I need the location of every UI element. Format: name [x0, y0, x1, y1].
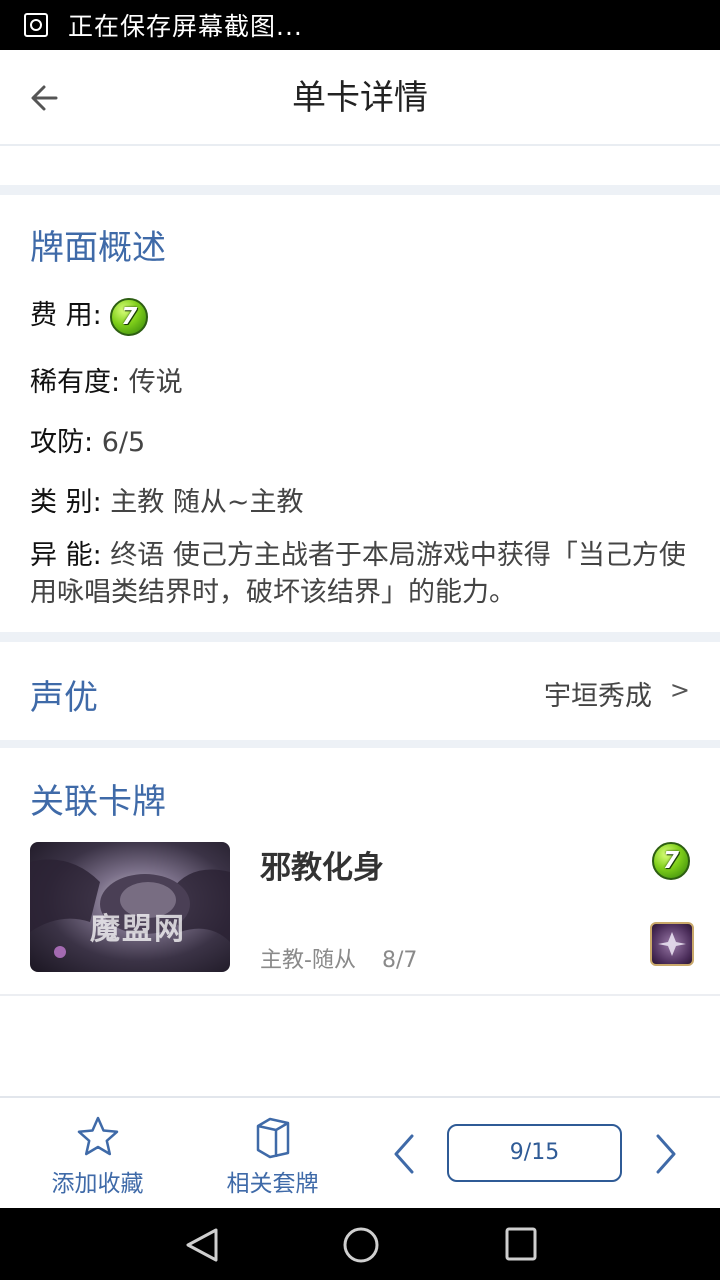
screenshot-icon [24, 13, 48, 37]
card-thumbnail[interactable]: 魔盟网 [30, 842, 230, 972]
arrow-left-icon[interactable] [26, 76, 70, 120]
box-icon [256, 1117, 289, 1159]
circle-home-icon[interactable] [342, 1226, 380, 1264]
bottom-bar: 添加收藏 相关套牌 9/15 [0, 1096, 720, 1208]
bishop-class-icon [650, 922, 694, 966]
related-decks-button[interactable]: 相关套牌 [215, 1098, 330, 1208]
favorite-button[interactable]: 添加收藏 [40, 1098, 155, 1208]
stats-row: 攻防: 6/5 [30, 420, 145, 459]
type-label: 类 别: [30, 487, 102, 518]
decks-label: 相关套牌 [226, 1171, 319, 1197]
ability-row: 异 能: 终语 使己方主战者于本局游戏中获得「当己方使用咏唱类结界时，破坏该结界… [30, 537, 695, 611]
rarity-label: 稀有度: [30, 367, 121, 398]
system-nav-bar [0, 1208, 720, 1280]
related-card-item[interactable]: 魔盟网 邪教化身 主教-随从 8/7 7 [0, 842, 720, 1002]
section-gap [0, 740, 720, 748]
related-section: 关联卡牌 魔盟网 邪教化身 主教-随从 8/7 7 [0, 748, 720, 1096]
chevron-left-icon[interactable] [390, 1132, 418, 1176]
related-title: 关联卡牌 [30, 782, 166, 822]
type-value: 主教 随从~主教 [110, 487, 304, 518]
section-gap [0, 185, 720, 195]
divider [0, 994, 720, 996]
cost-label: 费 用: [30, 300, 102, 331]
watermark-text: 魔盟网 [90, 912, 186, 947]
card-stats: 8/7 [381, 948, 418, 973]
star-icon [77, 1116, 118, 1156]
cost-gem-icon: 7 [110, 297, 149, 336]
cost-row: 费 用: 7 [30, 293, 149, 336]
overview-section: 牌面概述 费 用: 7 稀有度: 传说 攻防: 6/5 类 别: 主教 随从~主… [0, 195, 720, 632]
voice-actor-link[interactable]: 宇垣秀成 > [0, 642, 720, 742]
stats-value: 6/5 [101, 427, 146, 458]
ability-value: 终语 使己方主战者于本局游戏中获得「当己方使用咏唱类结界时，破坏该结界」的能力。 [30, 540, 686, 608]
ability-label: 异 能: [30, 540, 102, 571]
triangle-back-icon[interactable] [182, 1226, 222, 1264]
stats-label: 攻防: [30, 427, 94, 458]
app-bar: 单卡详情 [0, 50, 720, 146]
card-meta: 主教-随从 8/7 [260, 942, 417, 974]
voice-actor-name: 宇垣秀成 [544, 681, 652, 712]
chevron-right-icon[interactable] [652, 1132, 680, 1176]
page-title: 单卡详情 [292, 78, 428, 118]
card-cost: 7 [652, 842, 690, 880]
card-type: 主教-随从 [260, 948, 356, 973]
rarity-row: 稀有度: 传说 [30, 360, 183, 399]
type-row: 类 别: 主教 随从~主教 [30, 480, 304, 519]
cost-gem-icon: 7 [652, 842, 690, 880]
overview-title: 牌面概述 [30, 228, 166, 268]
section-gap [0, 632, 720, 642]
card-name: 邪教化身 [260, 850, 384, 886]
status-text: 正在保存屏幕截图... [68, 12, 303, 41]
rarity-value: 传说 [128, 367, 183, 398]
voice-actor-section[interactable]: 声优 宇垣秀成 > [0, 642, 720, 740]
favorite-label: 添加收藏 [51, 1171, 144, 1197]
status-bar: 正在保存屏幕截图... [0, 0, 720, 50]
square-recent-icon[interactable] [504, 1226, 538, 1262]
chevron-right-icon: > [669, 676, 690, 704]
page-indicator[interactable]: 9/15 [447, 1124, 622, 1182]
